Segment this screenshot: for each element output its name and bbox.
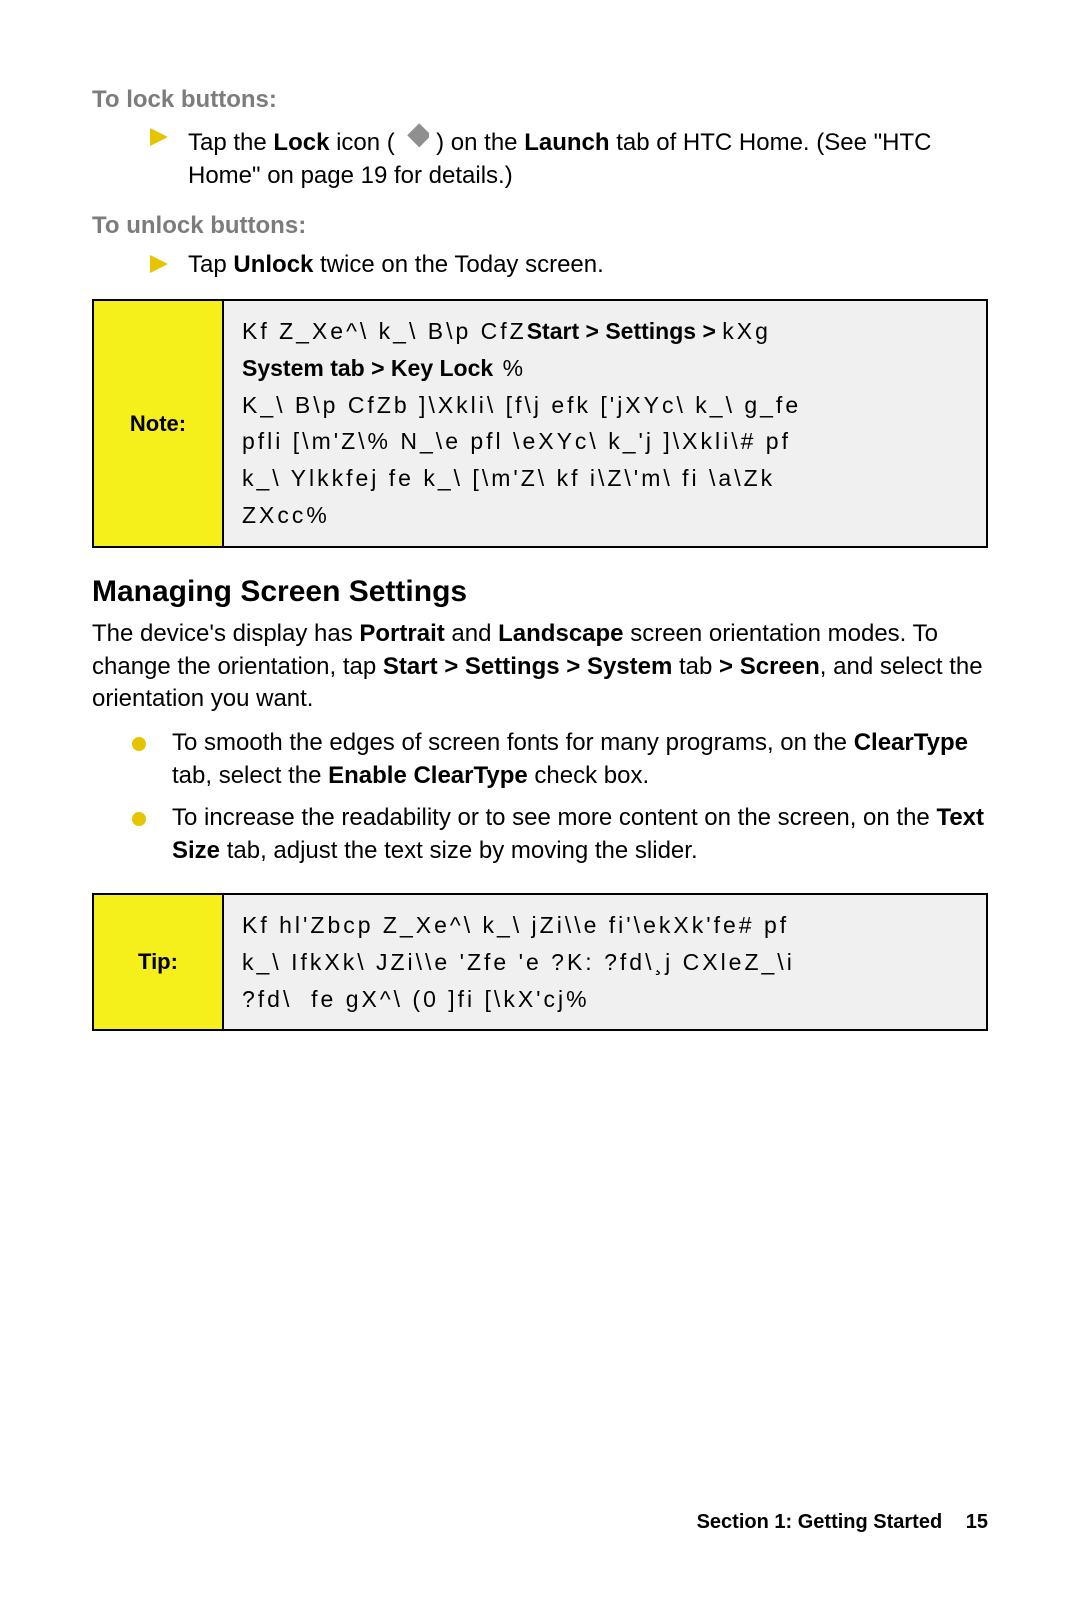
text-fragment: tab, adjust the text size by moving the … — [220, 837, 698, 864]
screen-settings-paragraph: The device's display has Portrait and La… — [92, 618, 988, 715]
text-fragment: kXg — [722, 318, 780, 344]
textsize-bullet-item: To increase the readability or to see mo… — [92, 802, 988, 867]
round-bullet-icon — [132, 812, 146, 826]
unlock-procedure-text: Tap Unlock twice on the Today screen. — [188, 249, 988, 281]
lock-procedure-text: Tap the Lock icon ( ) on the Launch tab … — [188, 122, 988, 192]
text-bold: Enable ClearType — [328, 762, 528, 789]
text-fragment: Tap — [188, 251, 233, 278]
lock-diamond-icon — [401, 122, 429, 150]
text-bold: Unlock — [233, 251, 313, 278]
nav-path: System tab > Key Lock — [242, 355, 493, 381]
text-fragment: tab — [672, 653, 719, 680]
round-bullet-icon — [132, 737, 146, 751]
note-body: Kf Z_Xe^\ k_\ B\p CfZStart > Settings > … — [224, 301, 986, 546]
tip-label: Tip: — [94, 895, 224, 1029]
nav-path: Start > Settings > — [527, 318, 723, 344]
text-fragment: check box. — [528, 762, 649, 789]
unlock-procedure-item: Tap Unlock twice on the Today screen. — [92, 249, 988, 281]
textsize-text: To increase the readability or to see mo… — [172, 802, 988, 867]
text-bold: Start > Settings > System — [383, 653, 672, 680]
cleartype-text: To smooth the edges of screen fonts for … — [172, 727, 988, 792]
text-bold: Launch — [524, 129, 609, 156]
lock-buttons-heading: To lock buttons: — [92, 84, 988, 116]
text-bold: Portrait — [359, 620, 444, 647]
triangle-bullet-icon — [150, 255, 168, 273]
page-footer: Section 1: Getting Started 15 — [697, 1509, 988, 1536]
text-fragment: and — [445, 620, 498, 647]
text-fragment: K_\ B\p CfZb ]\Xkli\ [f\j efk ['jXYc\ k_… — [242, 392, 801, 528]
triangle-bullet-icon — [150, 128, 168, 146]
cleartype-bullet-item: To smooth the edges of screen fonts for … — [92, 727, 988, 792]
footer-section-label: Section 1: Getting Started — [697, 1511, 943, 1533]
text-fragment: The device's display has — [92, 620, 359, 647]
text-fragment: To smooth the edges of screen fonts for … — [172, 729, 854, 756]
managing-screen-settings-heading: Managing Screen Settings — [92, 572, 988, 613]
unlock-buttons-heading: To unlock buttons: — [92, 210, 988, 242]
text-fragment: icon ( — [329, 129, 401, 156]
tip-body: Kf hl'Zbcp Z_Xe^\ k_\ jZi\\e fi'\ekXk'fe… — [224, 895, 986, 1029]
text-fragment: Tap the — [188, 129, 273, 156]
text-fragment: ) on the — [429, 129, 524, 156]
note-callout: Note: Kf Z_Xe^\ k_\ B\p CfZStart > Setti… — [92, 299, 988, 548]
tip-callout: Tip: Kf hl'Zbcp Z_Xe^\ k_\ jZi\\e fi'\ek… — [92, 893, 988, 1031]
text-bold: Landscape — [498, 620, 623, 647]
text-fragment: To increase the readability or to see mo… — [172, 804, 936, 831]
text-fragment: tab, select the — [172, 762, 328, 789]
text-fragment: twice on the Today screen. — [313, 251, 603, 278]
text-fragment: Kf Z_Xe^\ k_\ B\p CfZ — [242, 318, 527, 344]
text-bold: ClearType — [854, 729, 968, 756]
footer-page-number: 15 — [966, 1511, 988, 1533]
text-fragment: % — [493, 355, 526, 381]
lock-procedure-item: Tap the Lock icon ( ) on the Launch tab … — [92, 122, 988, 192]
note-label: Note: — [94, 301, 224, 546]
text-bold: > Screen — [719, 653, 820, 680]
text-bold: Lock — [273, 129, 329, 156]
